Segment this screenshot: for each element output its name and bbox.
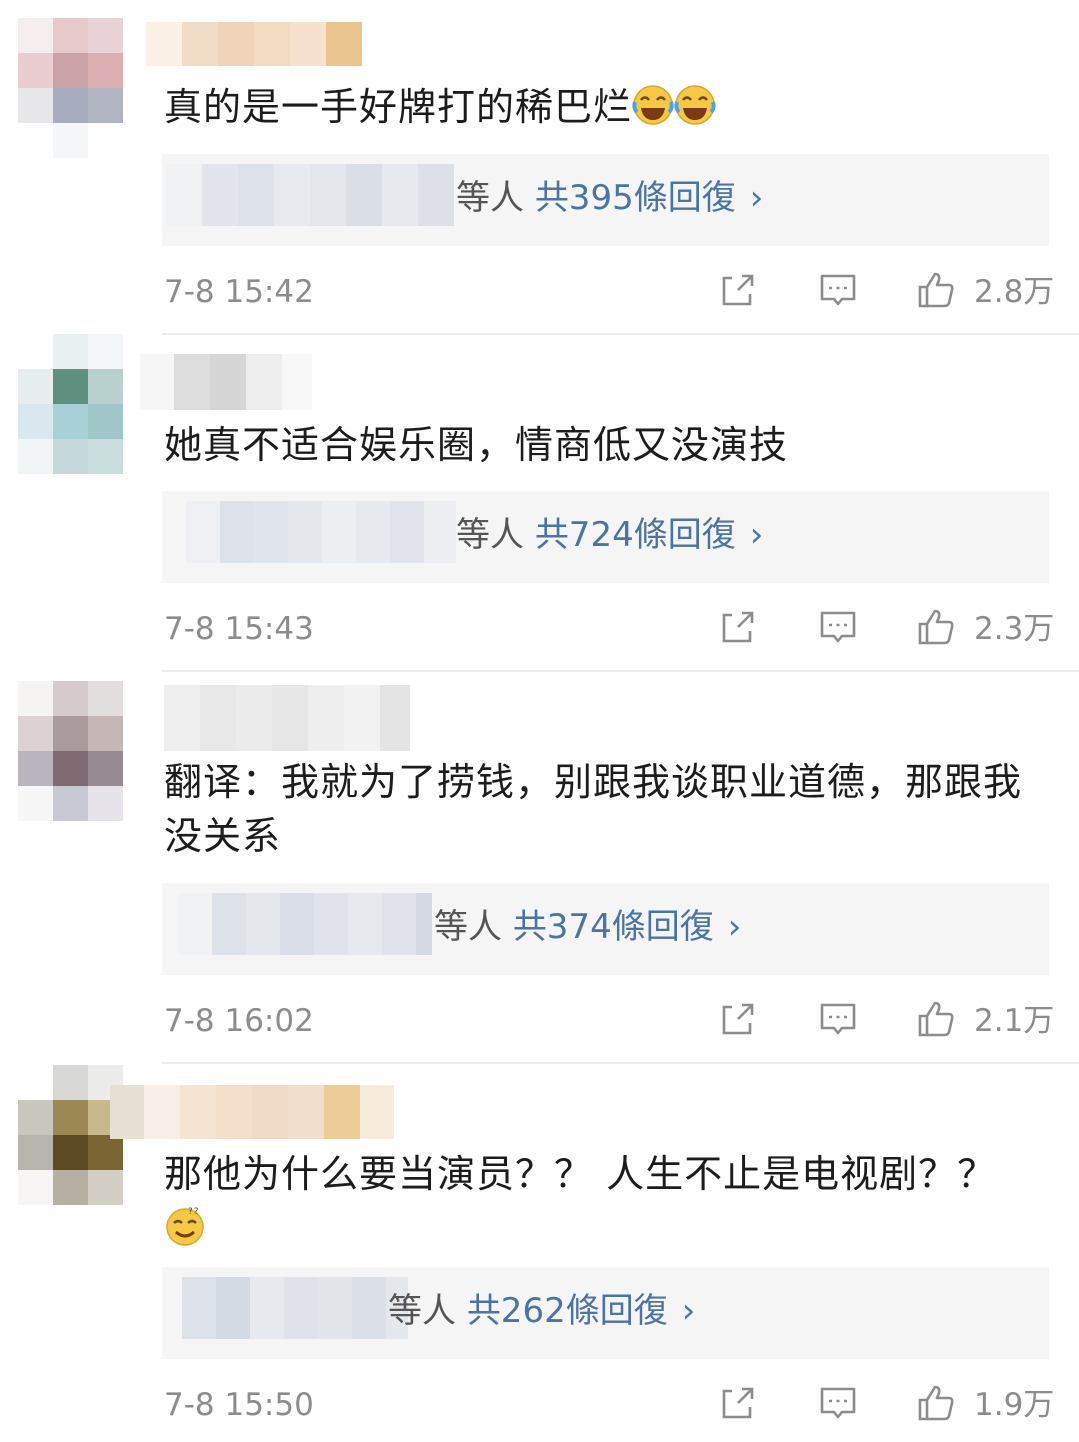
laughing-crying-emoji: [674, 84, 716, 126]
chevron-right-icon: ›: [681, 1291, 696, 1331]
avatar[interactable]: [18, 18, 124, 158]
comment-item: 她真不适合娱乐圈，情商低又没演技 等人 共724條回復 › 7-8 15:43 2…: [0, 334, 1079, 671]
comment-meta: 7-8 15:42 2.8万: [0, 270, 1079, 314]
timestamp: 7-8 15:42: [164, 274, 314, 310]
chevron-right-icon: ›: [749, 178, 764, 218]
username[interactable]: [140, 354, 312, 410]
reply-count-link[interactable]: 共724條回復: [535, 515, 736, 555]
comment-item: 那他为什么要当演员？？ 人生不止是电视剧？？ ?? 等人 共262條回復 › 7-…: [0, 1063, 1079, 1442]
username[interactable]: [146, 22, 362, 66]
dizzy-smile-emoji: ??: [164, 1205, 206, 1247]
avatar[interactable]: [18, 1065, 124, 1205]
comment-meta: 7-8 16:02 2.1万: [0, 999, 1079, 1043]
thumbs-up-icon[interactable]: [916, 270, 956, 310]
reply-usernames: [166, 164, 454, 226]
reply-summary[interactable]: 等人 共395條回復 ›: [162, 154, 1049, 246]
reply-usernames: [182, 1277, 408, 1339]
reply-users-suffix: 等人: [434, 907, 502, 947]
reply-summary[interactable]: 等人 共262條回復 ›: [162, 1267, 1049, 1359]
like-count: 2.1万: [974, 1003, 1055, 1039]
reply-count-link[interactable]: 共262條回復: [467, 1291, 668, 1331]
comment-item: 翻译：我就为了捞钱，别跟我谈职业道德，那跟我没关系 等人 共374條回復 › 7-…: [0, 671, 1079, 1063]
comment-icon[interactable]: [818, 999, 858, 1039]
like-count: 2.8万: [974, 274, 1055, 310]
reply-summary[interactable]: 等人 共374條回復 ›: [162, 883, 1049, 975]
share-icon[interactable]: [718, 1383, 758, 1423]
share-icon[interactable]: [718, 270, 758, 310]
comment-text: 翻译：我就为了捞钱，别跟我谈职业道德，那跟我没关系: [164, 760, 1023, 858]
comment-icon[interactable]: [818, 270, 858, 310]
username[interactable]: [110, 1085, 394, 1139]
avatar[interactable]: [18, 334, 124, 474]
comment-meta: 7-8 15:43 2.3万: [0, 607, 1079, 651]
reply-usernames: [178, 893, 432, 955]
comment-meta: 7-8 15:50 1.9万: [0, 1383, 1079, 1427]
comment-icon[interactable]: [818, 607, 858, 647]
like-count: 1.9万: [974, 1387, 1055, 1423]
reply-summary[interactable]: 等人 共724條回復 ›: [162, 491, 1049, 583]
timestamp: 7-8 15:43: [164, 611, 314, 647]
thumbs-up-icon[interactable]: [916, 1383, 956, 1423]
comment-text: 那他为什么要当演员？？ 人生不止是电视剧？？ ??: [164, 1147, 1044, 1255]
timestamp: 7-8 16:02: [164, 1003, 314, 1039]
reply-count-link[interactable]: 共395條回復: [535, 178, 736, 218]
comment-icon[interactable]: [818, 1383, 858, 1423]
reply-users-suffix: 等人: [456, 178, 524, 218]
chevron-right-icon: ›: [749, 515, 764, 555]
reply-users-suffix: 等人: [456, 515, 524, 555]
reply-usernames: [186, 501, 456, 563]
comment-text: 她真不适合娱乐圈，情商低又没演技: [164, 423, 789, 467]
avatar[interactable]: [18, 681, 124, 821]
thumbs-up-icon[interactable]: [916, 607, 956, 647]
thumbs-up-icon[interactable]: [916, 999, 956, 1039]
svg-text:??: ??: [188, 1207, 200, 1217]
laughing-crying-emoji: [632, 84, 674, 126]
timestamp: 7-8 15:50: [164, 1387, 314, 1423]
comment-text: 真的是一手好牌打的稀巴烂: [164, 80, 1039, 134]
comment-item: 真的是一手好牌打的稀巴烂 等人 共395條回復 › 7-8 15:42 2.8万: [0, 0, 1079, 334]
share-icon[interactable]: [718, 607, 758, 647]
reply-count-link[interactable]: 共374條回復: [513, 907, 714, 947]
reply-users-suffix: 等人: [388, 1291, 456, 1331]
like-count: 2.3万: [974, 611, 1055, 647]
share-icon[interactable]: [718, 999, 758, 1039]
chevron-right-icon: ›: [727, 907, 742, 947]
username[interactable]: [164, 685, 410, 751]
